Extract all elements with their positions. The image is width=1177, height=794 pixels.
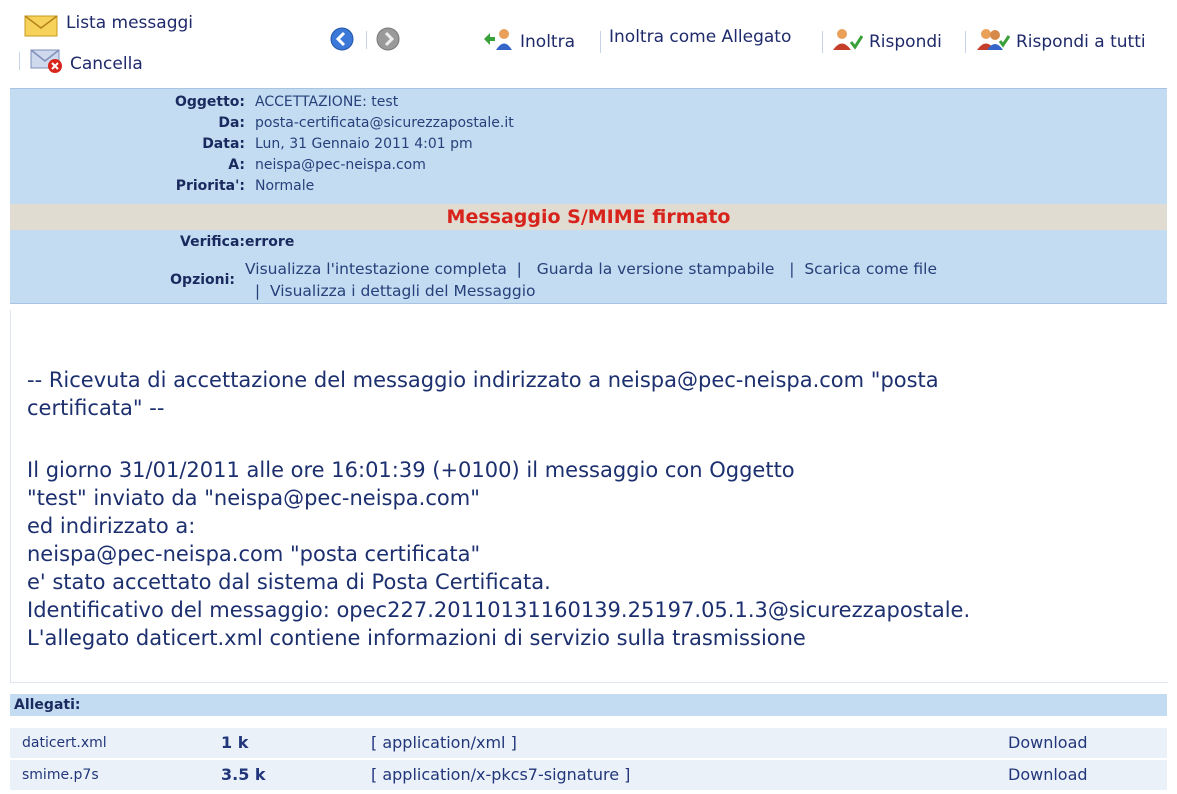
date-row: Data: Lun, 31 Gennaio 2011 4:01 pm (10, 135, 1167, 153)
attachment-row: smime.p7s 3.5 k [ application/x-pkcs7-si… (10, 760, 1167, 790)
body-line: certificata" -- (27, 396, 165, 420)
view-full-header-link[interactable]: Visualizza l'intestazione completa (245, 260, 507, 278)
options-separator: | (511, 260, 532, 278)
priority-value: Normale (255, 178, 315, 194)
attachment-row: daticert.xml 1 k [ application/xml ] Dow… (10, 728, 1167, 758)
attachments-header: Allegati: (10, 694, 1167, 716)
options-separator: | (245, 282, 266, 300)
body-line: e' stato accettato dal sistema di Posta … (27, 570, 551, 594)
back-arrow-icon (330, 27, 354, 56)
date-value: Lun, 31 Gennaio 2011 4:01 pm (255, 136, 473, 152)
to-label: A: (228, 157, 245, 173)
priority-label: Priorita': (175, 178, 245, 194)
subject-row: Oggetto: ACCETTAZIONE: test (10, 93, 1167, 111)
previous-message-button[interactable] (330, 27, 354, 56)
delete-label: Cancella (70, 53, 143, 74)
envelope-delete-icon (30, 44, 64, 79)
download-as-file-link[interactable]: Scarica come file (804, 260, 937, 278)
from-value: posta-certificata@sicurezzapostale.it (255, 115, 514, 131)
separator (600, 31, 601, 53)
reply-button[interactable]: Rispondi (831, 27, 942, 56)
separator (19, 52, 20, 70)
message-list-button[interactable]: Lista messaggi (24, 12, 193, 43)
message-body: -- Ricevuta di accettazione del messaggi… (10, 310, 1168, 683)
download-link[interactable]: Download (1008, 728, 1088, 758)
message-list-label: Lista messaggi (66, 12, 193, 33)
body-line: -- Ricevuta di accettazione del messaggi… (27, 368, 939, 392)
body-line: Identificativo del messaggio: opec227.20… (27, 598, 971, 622)
delete-button[interactable]: Cancella (30, 44, 143, 79)
reply-user-icon (831, 27, 864, 56)
subject-label: Oggetto: (174, 94, 245, 110)
download-link[interactable]: Download (1008, 760, 1088, 790)
attachment-size: 1 k (221, 733, 249, 752)
to-value: neispa@pec-neispa.com (255, 157, 426, 173)
toolbar: Lista messaggi Cancella Inoltra Inoltra … (0, 0, 1177, 88)
printable-version-link[interactable]: Guarda la versione stampabile (537, 260, 775, 278)
attachment-type: [ application/xml ] (371, 733, 517, 752)
message-header: Oggetto: ACCETTAZIONE: test Da: posta-ce… (10, 88, 1167, 204)
next-message-button[interactable] (376, 27, 400, 56)
forward-as-attachment-button[interactable]: Inoltra come Allegato (609, 27, 791, 47)
separator (822, 31, 823, 53)
envelope-icon (24, 14, 58, 43)
subject-value: ACCETTAZIONE: test (255, 94, 399, 110)
reply-label: Rispondi (869, 31, 942, 52)
reply-all-label: Rispondi a tutti (1016, 31, 1146, 52)
options-label: Opzioni: (170, 272, 235, 288)
options-links: Visualizza l'intestazione completa | Gua… (245, 258, 937, 302)
options-separator: | (779, 260, 800, 278)
from-row: Da: posta-certificata@sicurezzapostale.i… (10, 114, 1167, 132)
forward-attachment-label: Inoltra come Allegato (609, 27, 792, 47)
body-line: Il giorno 31/01/2011 alle ore 16:01:39 (… (27, 458, 795, 482)
message-details-link[interactable]: Visualizza i dettagli del Messaggio (270, 282, 536, 300)
body-line: neispa@pec-neispa.com "posta certificata… (27, 542, 481, 566)
attachments-label: Allegati: (14, 697, 81, 713)
reply-all-button[interactable]: Rispondi a tutti (976, 27, 1146, 56)
separator (366, 31, 367, 49)
reply-all-users-icon (976, 27, 1011, 56)
to-row: A: neispa@pec-neispa.com (10, 156, 1167, 174)
body-line: "test" inviato da "neispa@pec-neispa.com… (27, 486, 480, 510)
attachment-name[interactable]: daticert.xml (22, 728, 107, 758)
forward-label: Inoltra (520, 31, 575, 52)
body-line: ed indirizzato a: (27, 514, 196, 538)
priority-row: Priorita': Normale (10, 177, 1167, 195)
attachment-name[interactable]: smime.p7s (22, 760, 99, 790)
attachment-type: [ application/x-pkcs7-signature ] (371, 765, 631, 784)
forward-arrow-icon (376, 27, 400, 56)
from-label: Da: (218, 115, 245, 131)
verify-value: errore (245, 234, 295, 250)
separator (965, 31, 966, 53)
verify-label: Verifica: (180, 234, 245, 250)
verification-panel: Verifica: errore Opzioni: Visualizza l'i… (10, 230, 1167, 304)
date-label: Data: (202, 136, 245, 152)
attachment-size: 3.5 k (221, 765, 266, 784)
smime-banner: Messaggio S/MIME firmato (10, 204, 1167, 230)
body-line: L'allegato daticert.xml contiene informa… (27, 626, 806, 650)
forward-users-icon (482, 27, 514, 56)
forward-button[interactable]: Inoltra (482, 27, 575, 56)
